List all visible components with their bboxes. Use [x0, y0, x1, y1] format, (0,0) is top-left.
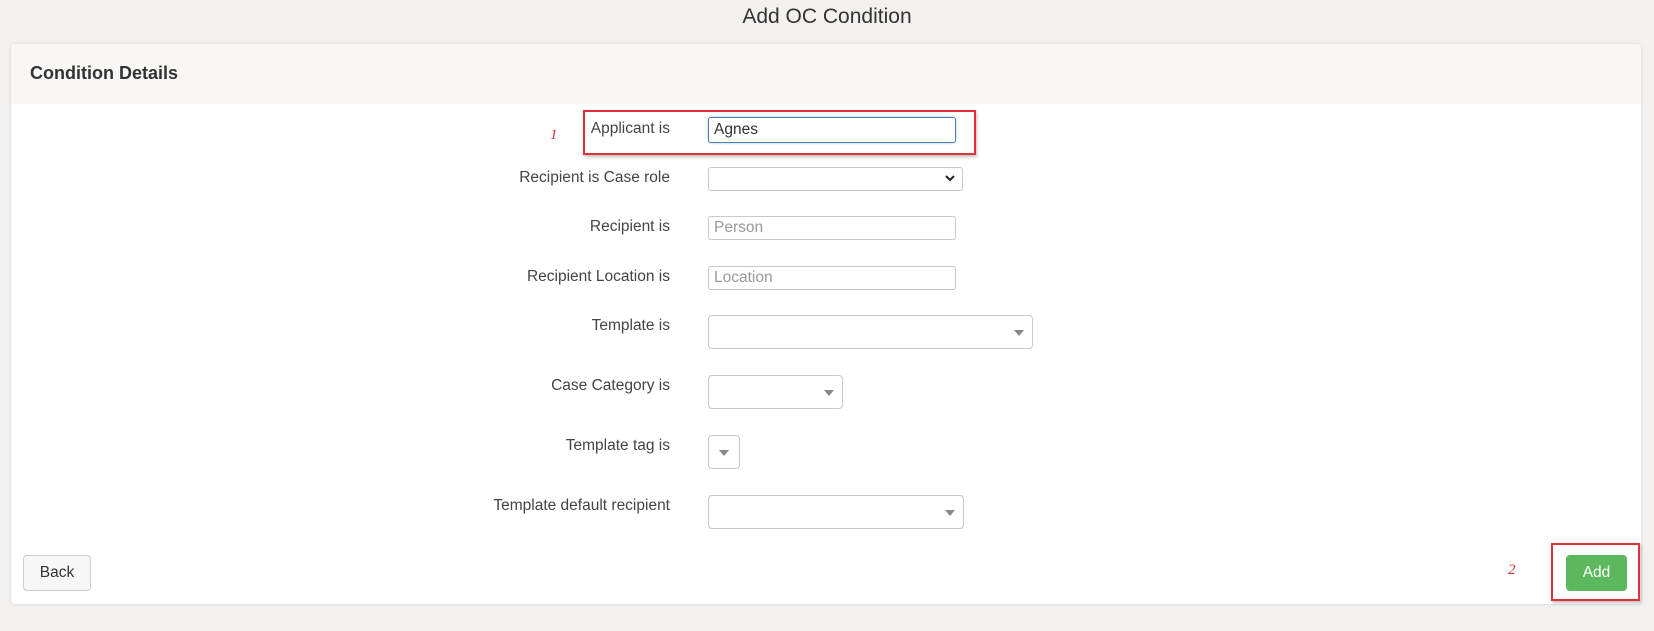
recipient-label: Recipient is — [589, 218, 670, 235]
back-button[interactable]: Back — [23, 555, 91, 591]
chevron-down-icon — [945, 175, 955, 182]
template-default-recipient-label: Template default recipient — [493, 497, 670, 514]
template-tag-label: Template tag is — [565, 437, 670, 454]
annotation-box-add — [1551, 543, 1640, 601]
case-category-label: Case Category is — [551, 377, 670, 394]
case-category-select[interactable] — [708, 375, 843, 409]
template-select[interactable] — [708, 315, 1033, 349]
panel-header: Condition Details — [11, 44, 1641, 104]
page-title: Add OC Condition — [742, 5, 912, 28]
caret-down-icon — [824, 390, 834, 396]
recipient-location-label: Recipient Location is — [526, 268, 670, 285]
caret-down-icon — [1014, 330, 1024, 336]
template-default-recipient-select[interactable] — [708, 495, 964, 529]
annotation-marker-2: 2 — [1508, 562, 1516, 578]
caret-down-icon — [945, 510, 955, 516]
annotation-box-applicant — [583, 110, 976, 155]
template-label: Template is — [591, 317, 670, 334]
recipient-location-input[interactable] — [708, 266, 956, 290]
template-tag-select[interactable] — [708, 435, 740, 469]
recipient-case-role-label: Recipient is Case role — [519, 169, 670, 186]
panel-header-title: Condition Details — [30, 63, 178, 83]
annotation-marker-1: 1 — [550, 127, 558, 143]
recipient-case-role-select[interactable] — [708, 167, 963, 191]
caret-down-icon — [719, 450, 729, 456]
recipient-person-input[interactable] — [708, 216, 956, 240]
